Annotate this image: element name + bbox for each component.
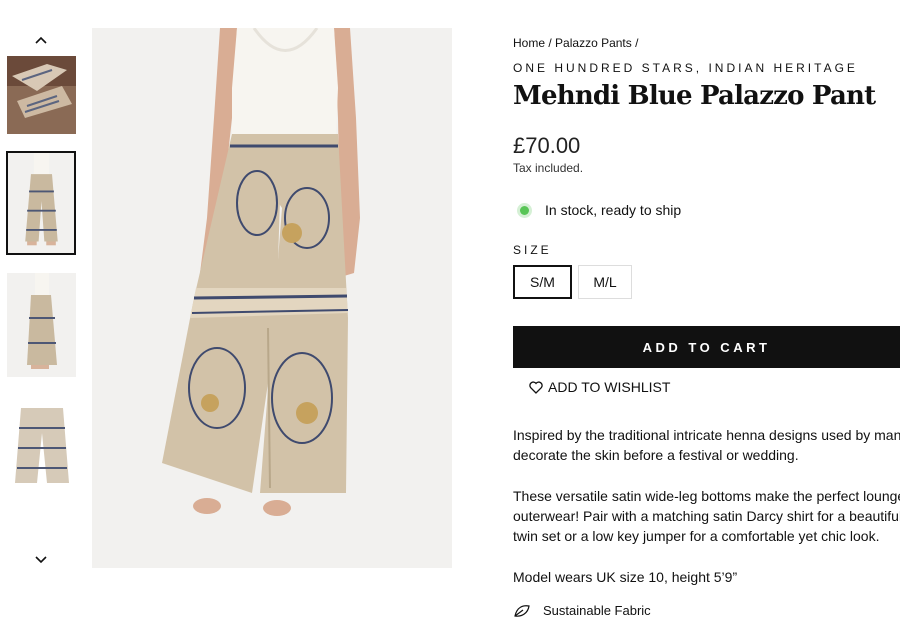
wishlist-label: ADD TO WISHLIST <box>548 379 671 395</box>
breadcrumb-home[interactable]: Home <box>513 36 545 50</box>
product-title: Mehndi Blue Palazzo Pant <box>513 81 876 111</box>
gallery-down-arrow[interactable] <box>33 552 49 568</box>
heart-icon <box>529 380 543 394</box>
thumbnail-gallery <box>0 28 82 588</box>
product-price: £70.00 <box>513 133 581 158</box>
chevron-up-icon <box>35 36 47 44</box>
chevron-down-icon <box>35 556 47 564</box>
thumbnail-image <box>7 56 76 134</box>
stock-status: In stock, ready to ship <box>513 202 900 218</box>
size-option-m-l[interactable]: M/L <box>578 265 632 299</box>
thumbnail-image <box>8 153 74 253</box>
thumbnail-image <box>7 403 76 487</box>
thumbnail-4[interactable] <box>7 403 76 487</box>
thumbnail-image <box>7 273 76 377</box>
thumbnail-1[interactable] <box>7 56 76 134</box>
gallery-up-arrow[interactable] <box>33 32 49 48</box>
product-info: Home / Palazzo Pants / ONE HUNDRED STARS… <box>513 36 900 621</box>
thumbnail-2[interactable] <box>6 151 76 255</box>
model-size-note: Model wears UK size 10, height 5’9” <box>513 567 900 587</box>
description-line: These versatile satin wide-leg bottoms m… <box>513 488 900 504</box>
description-line: decorate the skin before a festival or w… <box>513 447 799 463</box>
description-line: Inspired by the traditional intricate he… <box>513 427 900 443</box>
breadcrumb: Home / Palazzo Pants / <box>513 36 900 54</box>
size-option-s-m[interactable]: S/M <box>513 265 572 299</box>
leaf-icon <box>514 605 530 617</box>
description-line: outerwear! Pair with a matching satin Da… <box>513 508 900 524</box>
description-paragraph: These versatile satin wide-leg bottoms m… <box>513 486 900 546</box>
breadcrumb-separator: / <box>635 36 639 50</box>
main-product-image[interactable] <box>92 28 452 568</box>
tax-note: Tax included. <box>513 161 584 175</box>
size-label: SIZE <box>513 243 552 257</box>
product-vendor[interactable]: ONE HUNDRED STARS, INDIAN HERITAGE <box>513 61 900 75</box>
product-photo <box>92 28 452 568</box>
in-stock-dot-icon <box>520 205 529 215</box>
description-line: twin set or a low key jumper for a comfo… <box>513 528 880 544</box>
thumbnail-3[interactable] <box>7 273 76 377</box>
sustainable-fabric-badge: Sustainable Fabric <box>513 601 900 621</box>
product-description: Inspired by the traditional intricate he… <box>513 425 900 621</box>
add-to-wishlist-button[interactable]: ADD TO WISHLIST <box>529 379 900 395</box>
stock-text: In stock, ready to ship <box>545 202 682 218</box>
description-paragraph: Inspired by the traditional intricate he… <box>513 425 900 465</box>
add-to-cart-button[interactable]: ADD TO CART <box>513 326 900 368</box>
sustainable-text: Sustainable Fabric <box>543 603 651 618</box>
breadcrumb-separator: / <box>548 36 552 50</box>
breadcrumb-category[interactable]: Palazzo Pants <box>555 36 632 50</box>
description-line: Model wears UK size 10, height 5’9” <box>513 569 738 585</box>
size-selector: S/M M/L <box>513 265 900 299</box>
